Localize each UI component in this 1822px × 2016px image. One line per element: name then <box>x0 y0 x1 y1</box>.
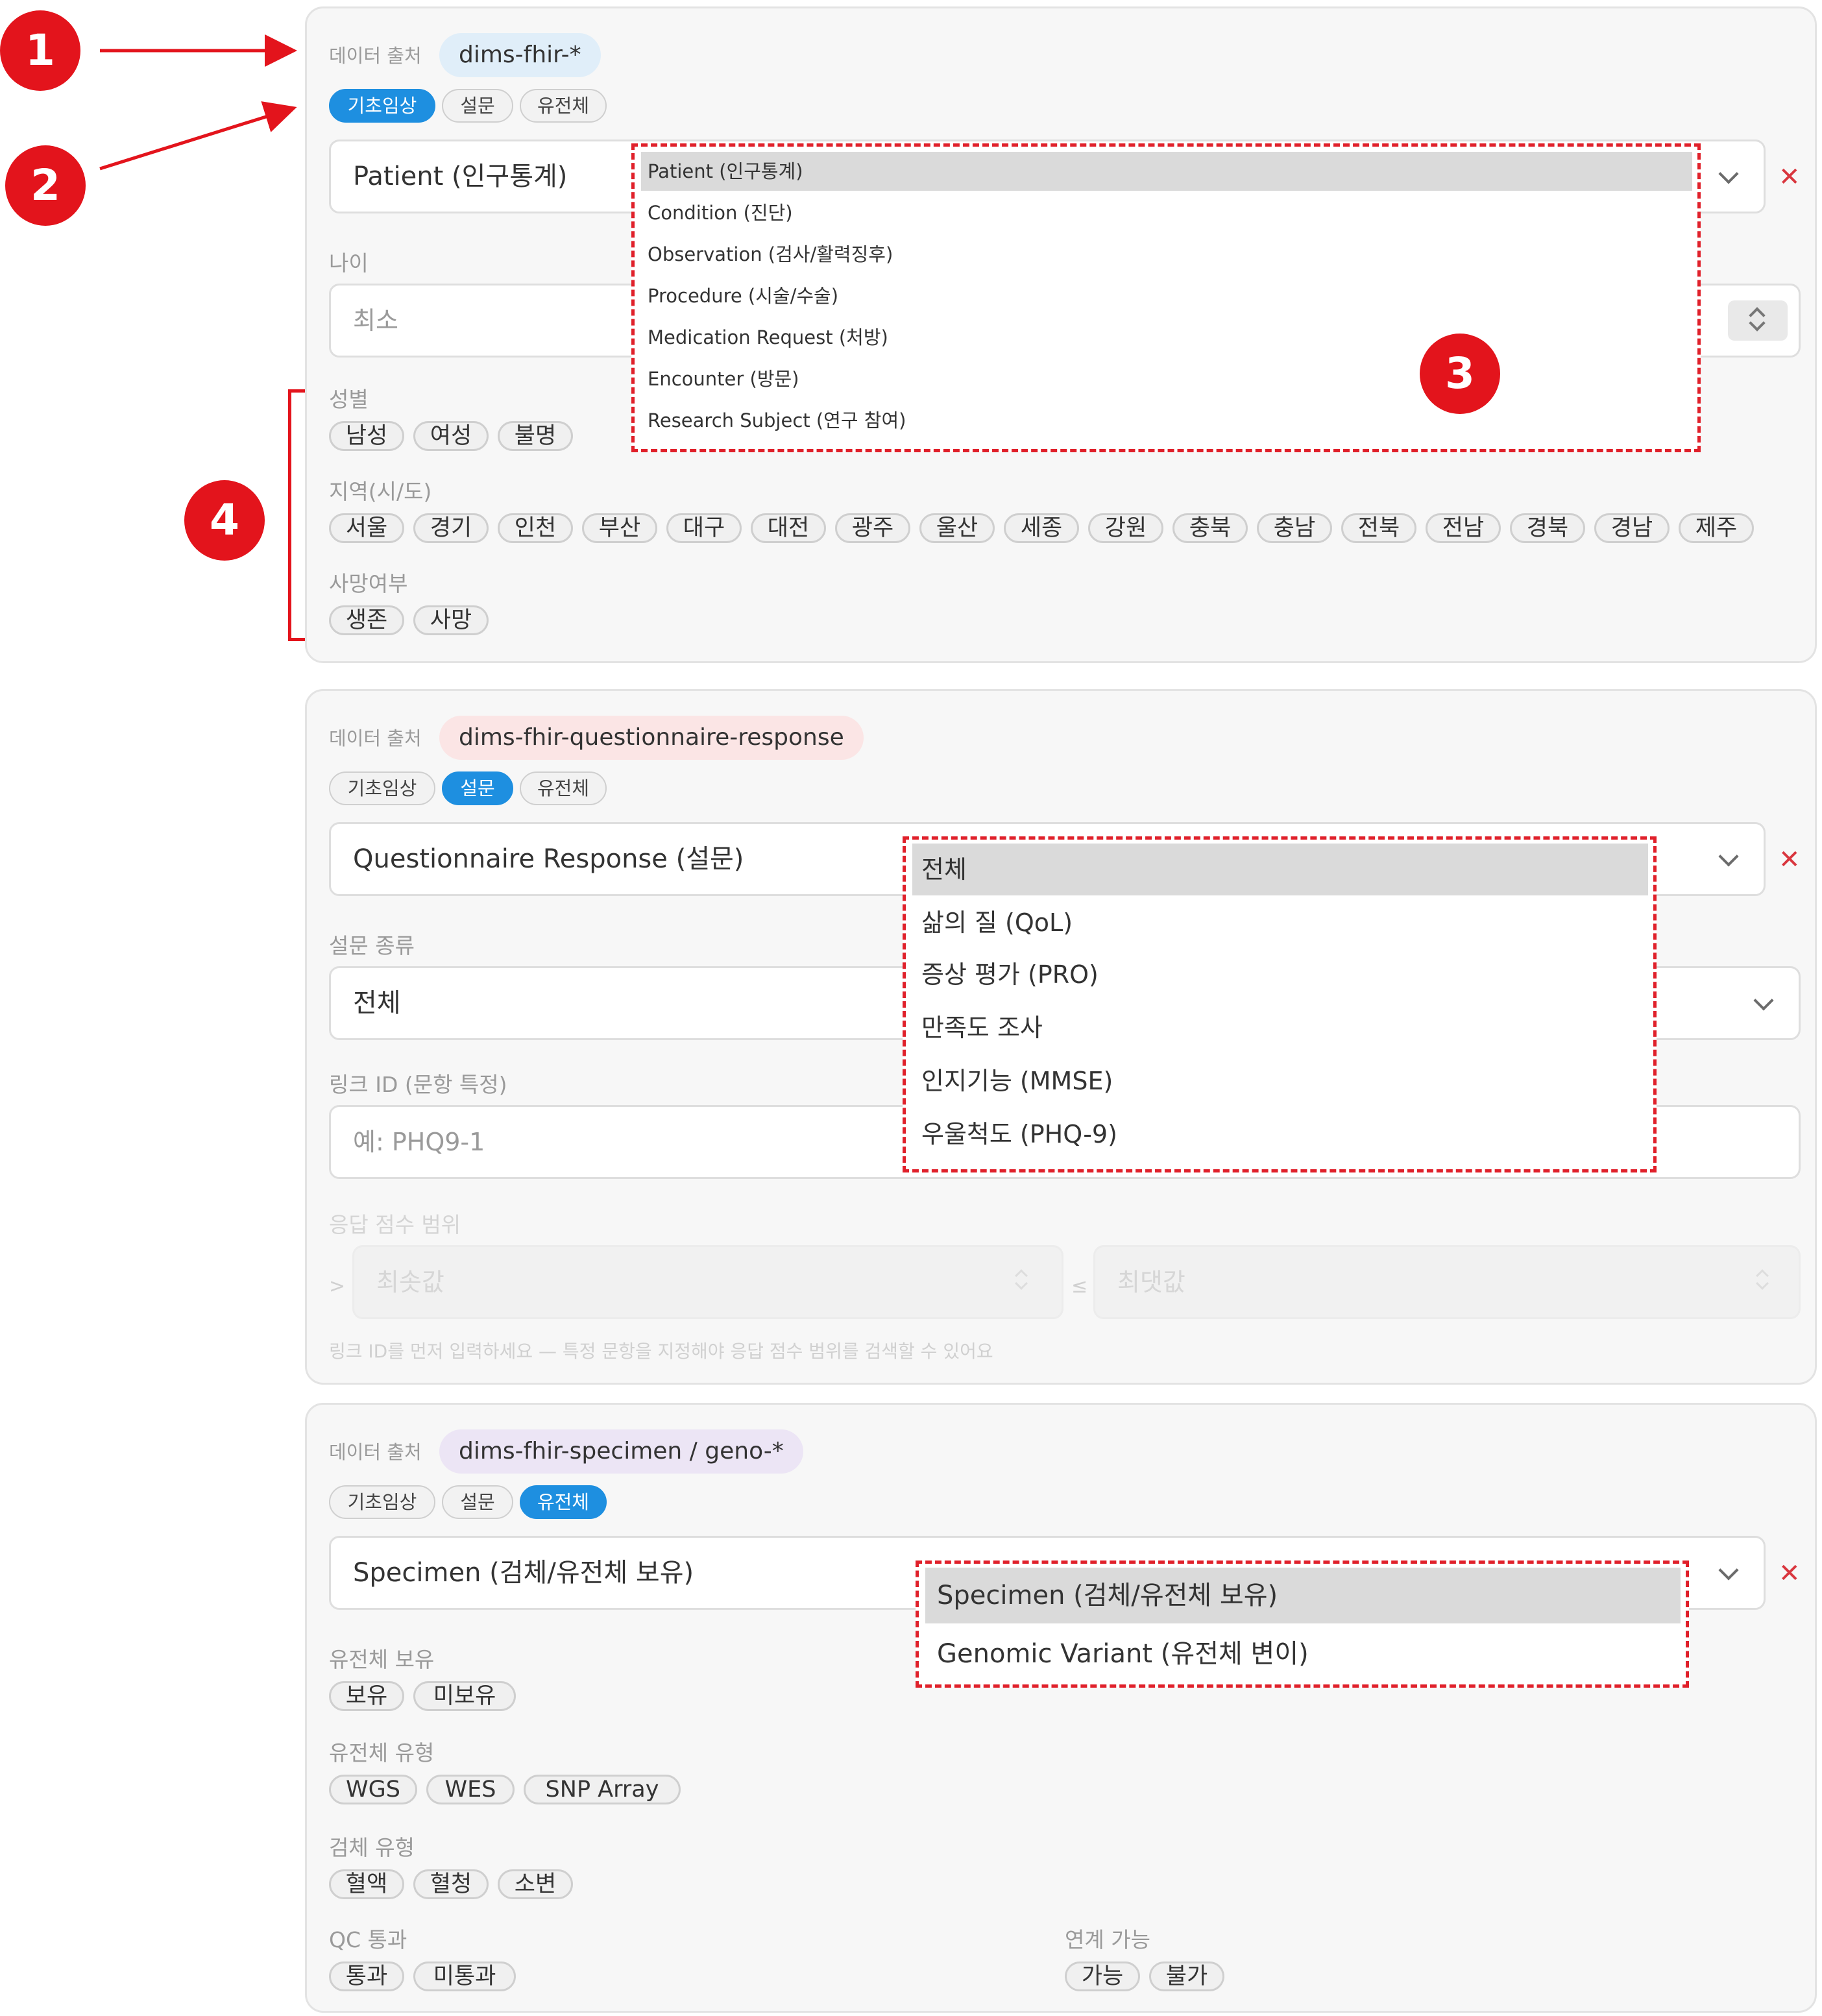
tab-genome[interactable]: 유전체 <box>520 89 607 123</box>
chip-linkable-no[interactable]: 불가 <box>1149 1961 1224 1991</box>
chip-region[interactable]: 대전 <box>751 513 826 543</box>
chip-qc-pass[interactable]: 통과 <box>329 1961 404 1991</box>
chip-sex-unknown[interactable]: 불명 <box>498 421 573 451</box>
score-min-operator: > <box>329 1275 346 1298</box>
survey-type-label: 설문 종류 <box>329 933 415 958</box>
chip-region[interactable]: 강원 <box>1088 513 1163 543</box>
tab-survey[interactable]: 설문 <box>442 1485 513 1519</box>
chip-linkable-yes[interactable]: 가능 <box>1065 1961 1140 1991</box>
region-label: 지역(시/도) <box>329 479 432 504</box>
dropdown-option[interactable]: Encounter (방문) <box>641 359 799 398</box>
arrow-2 <box>99 101 297 171</box>
specimen-type-label: 검체 유형 <box>329 1835 415 1860</box>
chip-region[interactable]: 서울 <box>329 513 404 543</box>
death-label: 사망여부 <box>329 571 408 596</box>
source-label: 데이터 출처 <box>329 1441 422 1463</box>
tab-clinical[interactable]: 기초임상 <box>329 771 435 805</box>
chip-region[interactable]: 전북 <box>1341 513 1416 543</box>
close-icon[interactable]: ✕ <box>1779 1561 1801 1586</box>
dropdown-option[interactable]: Medication Request (처방) <box>641 318 888 357</box>
chip-region[interactable]: 대구 <box>666 513 742 543</box>
close-icon[interactable]: ✕ <box>1779 164 1801 190</box>
chip-region[interactable]: 제주 <box>1679 513 1754 543</box>
filter-panel-survey: 데이터 출처 dims-fhir-questionnaire-response … <box>305 689 1817 1385</box>
dropdown-option[interactable]: 만족도 조사 <box>912 1002 1043 1054</box>
chip-geno-hold[interactable]: 보유 <box>329 1681 404 1711</box>
survey-type-dropdown-menu: 전체 삶의 질 (QoL) 증상 평가 (PRO) 만족도 조사 인지기능 (M… <box>903 836 1657 1172</box>
chip-wes[interactable]: WES <box>426 1775 515 1804</box>
stepper-icon[interactable] <box>1728 300 1788 341</box>
tab-clinical[interactable]: 기초임상 <box>329 1485 435 1519</box>
score-min-input[interactable]: 최솟값 <box>352 1245 1063 1319</box>
link-id-label: 링크 ID (문항 특정) <box>329 1072 507 1097</box>
resource-dropdown-menu: Specimen (검체/유전체 보유) Genomic Variant (유전… <box>916 1561 1689 1688</box>
dropdown-option[interactable]: 우울척도 (PHQ-9) <box>912 1108 1117 1160</box>
filter-panel-genome: 데이터 출처 dims-fhir-specimen / geno-* 기초임상 … <box>305 1403 1817 2013</box>
dropdown-option[interactable]: Research Subject (연구 참여) <box>641 401 906 440</box>
score-max-operator: ≤ <box>1071 1275 1088 1298</box>
dropdown-option[interactable]: Genomic Variant (유전체 변이) <box>925 1626 1309 1682</box>
chip-region[interactable]: 경북 <box>1510 513 1585 543</box>
dropdown-option[interactable]: Patient (인구통계) <box>641 152 1692 191</box>
chip-geno-nohold[interactable]: 미보유 <box>413 1681 516 1711</box>
chip-region[interactable]: 전남 <box>1426 513 1501 543</box>
dropdown-option[interactable]: Procedure (시술/수술) <box>641 276 838 315</box>
geno-hold-label: 유전체 보유 <box>329 1647 435 1672</box>
resource-dropdown-menu: Patient (인구통계) Condition (진단) Observatio… <box>631 143 1701 452</box>
chip-urine[interactable]: 소변 <box>498 1869 573 1899</box>
tab-survey[interactable]: 설문 <box>442 771 513 805</box>
source-badge: dims-fhir-specimen / geno-* <box>439 1429 803 1474</box>
tab-genome[interactable]: 유전체 <box>520 1485 607 1519</box>
annotation-marker-3: 3 <box>1420 334 1500 414</box>
chip-sex-female[interactable]: 여성 <box>413 421 489 451</box>
chip-wgs[interactable]: WGS <box>329 1775 417 1804</box>
chip-region[interactable]: 충북 <box>1172 513 1248 543</box>
dropdown-option[interactable]: 삶의 질 (QoL) <box>912 897 1073 949</box>
dropdown-option[interactable]: Specimen (검체/유전체 보유) <box>925 1568 1681 1623</box>
chip-qc-fail[interactable]: 미통과 <box>413 1961 516 1991</box>
chip-region[interactable]: 세종 <box>1004 513 1079 543</box>
chip-region[interactable]: 경남 <box>1594 513 1670 543</box>
chip-snp-array[interactable]: SNP Array <box>524 1775 681 1804</box>
chip-region[interactable]: 인천 <box>498 513 573 543</box>
chip-deceased[interactable]: 사망 <box>413 605 489 635</box>
chip-region[interactable]: 경기 <box>413 513 489 543</box>
source-label: 데이터 출처 <box>329 727 422 749</box>
chip-serum[interactable]: 혈청 <box>413 1869 489 1899</box>
tab-genome[interactable]: 유전체 <box>520 771 607 805</box>
chip-region[interactable]: 부산 <box>582 513 657 543</box>
chip-blood[interactable]: 혈액 <box>329 1869 404 1899</box>
geno-type-label: 유전체 유형 <box>329 1740 435 1766</box>
tab-survey[interactable]: 설문 <box>442 89 513 123</box>
dropdown-option[interactable]: 전체 <box>912 844 1648 895</box>
source-badge: dims-fhir-* <box>439 33 601 77</box>
dropdown-option[interactable]: Observation (검사/활력징후) <box>641 235 893 274</box>
score-helper-text: 링크 ID를 먼저 입력하세요 — 특정 문항을 지정해야 응답 점수 범위를 … <box>329 1341 993 1362</box>
qc-label: QC 통과 <box>329 1927 407 1952</box>
source-badge: dims-fhir-questionnaire-response <box>439 716 864 760</box>
stepper-icon <box>1010 1262 1036 1301</box>
dropdown-option[interactable]: 인지기능 (MMSE) <box>912 1055 1113 1107</box>
dropdown-option[interactable]: 증상 평가 (PRO) <box>912 949 1099 1001</box>
score-range-label: 응답 점수 범위 <box>329 1212 461 1237</box>
annotation-marker-4: 4 <box>184 480 265 561</box>
score-max-input[interactable]: 최댓값 <box>1093 1245 1801 1319</box>
stepper-icon <box>1751 1262 1777 1301</box>
annotation-arrows <box>99 34 297 171</box>
chip-region[interactable]: 울산 <box>919 513 995 543</box>
linkable-label: 연계 가능 <box>1065 1927 1150 1952</box>
close-icon[interactable]: ✕ <box>1779 847 1801 873</box>
age-label: 나이 <box>329 250 369 276</box>
sex-label: 성별 <box>329 387 369 412</box>
chip-region[interactable]: 충남 <box>1257 513 1332 543</box>
source-label: 데이터 출처 <box>329 45 422 67</box>
chip-alive[interactable]: 생존 <box>329 605 404 635</box>
tab-clinical[interactable]: 기초임상 <box>329 89 435 123</box>
filter-panel-clinical: 데이터 출처 dims-fhir-* 기초임상 설문 유전체 Patient (… <box>305 6 1817 663</box>
chip-sex-male[interactable]: 남성 <box>329 421 404 451</box>
dropdown-option[interactable]: Condition (진단) <box>641 193 793 232</box>
chip-region[interactable]: 광주 <box>835 513 910 543</box>
